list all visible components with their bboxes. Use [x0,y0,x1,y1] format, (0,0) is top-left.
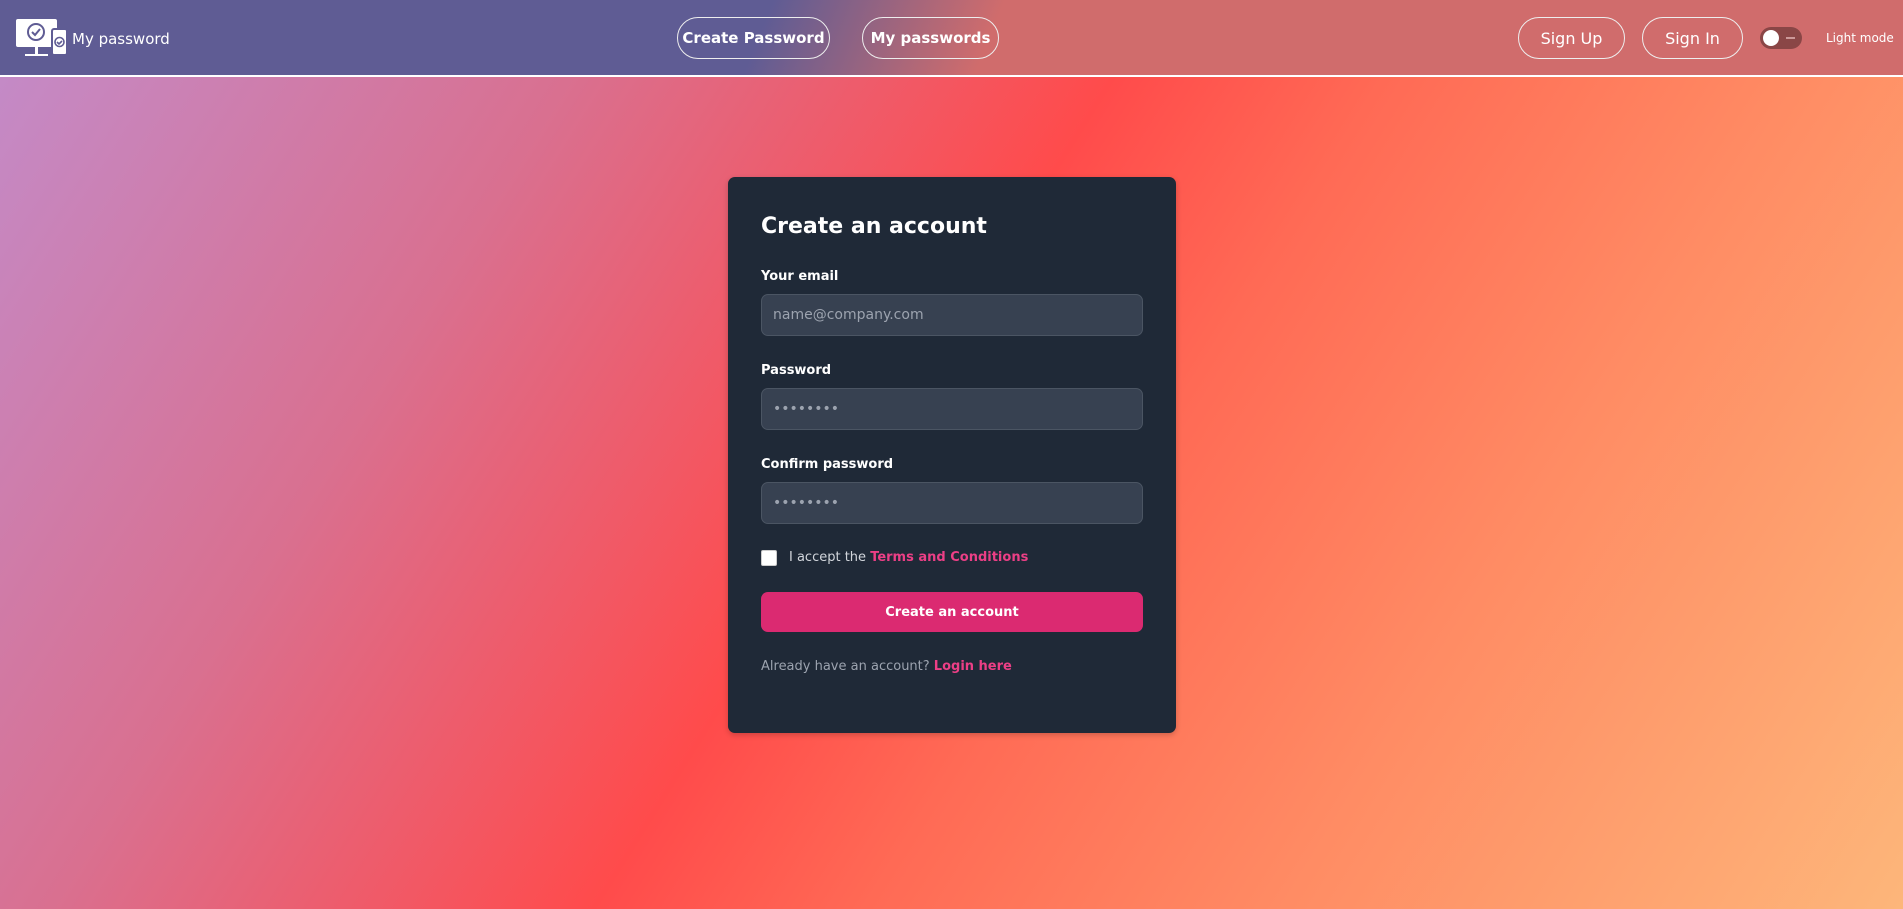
sign-in-button[interactable]: Sign In [1642,17,1743,59]
brand-name: My password [72,30,170,48]
toggle-knob [1763,30,1779,46]
toggle-off-icon [1786,37,1795,39]
email-input[interactable] [761,294,1143,336]
form-title: Create an account [761,214,987,239]
sign-up-button[interactable]: Sign Up [1518,17,1625,59]
password-label: Password [761,363,832,378]
devices-check-icon [16,19,68,56]
login-link[interactable]: Login here [934,659,1012,674]
my-passwords-button[interactable]: My passwords [862,17,999,59]
brand-logo[interactable]: My password [16,18,170,60]
create-account-button[interactable]: Create an account [761,592,1143,632]
terms-text: I accept the Terms and Conditions [789,550,1028,565]
create-password-button[interactable]: Create Password [677,17,830,59]
signup-card: Create an account Your email Password Co… [728,177,1176,733]
terms-prefix: I accept the [789,550,871,565]
terms-checkbox[interactable] [761,550,777,566]
confirm-password-input[interactable] [761,482,1143,524]
theme-label: Light mode [1826,31,1894,45]
theme-toggle[interactable] [1760,27,1802,49]
login-prompt: Already have an account? Login here [761,659,1012,674]
terms-link[interactable]: Terms and Conditions [870,550,1028,565]
email-label: Your email [761,269,839,284]
password-input[interactable] [761,388,1143,430]
login-prompt-text: Already have an account? [761,659,934,674]
confirm-password-label: Confirm password [761,457,894,472]
navbar: My password Create Password My passwords… [0,0,1903,77]
